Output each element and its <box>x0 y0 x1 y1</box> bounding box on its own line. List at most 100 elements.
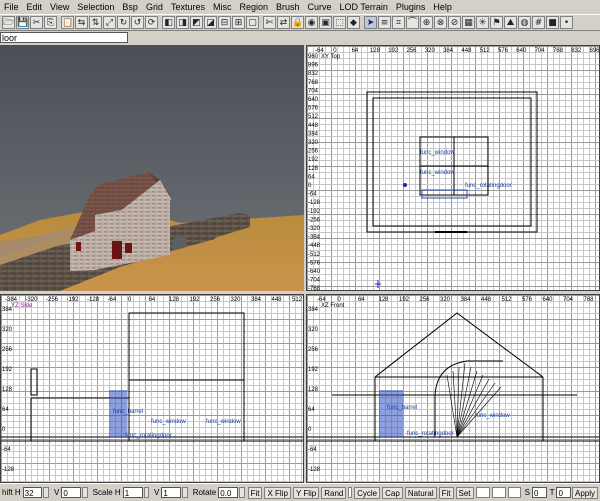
shift-h-spinner[interactable] <box>43 487 49 498</box>
patch-insert-icon[interactable]: ⊕ <box>420 16 433 29</box>
menu-curve[interactable]: Curve <box>304 2 336 12</box>
fit-button[interactable]: Fit <box>248 487 263 499</box>
patch-value-field-2[interactable] <box>492 487 506 498</box>
house-door <box>112 241 122 259</box>
csg-subtract-icon[interactable]: ⊟ <box>218 16 231 29</box>
scale-h-spinner[interactable] <box>144 487 150 498</box>
rotate-x-icon[interactable]: ↻ <box>117 16 130 29</box>
menu-textures[interactable]: Textures <box>167 2 209 12</box>
xy-v-tick: 640 <box>308 97 319 103</box>
select-complete-icon[interactable]: ◧ <box>162 16 175 29</box>
yz-h-tick: 448 <box>272 297 283 303</box>
flip-x-icon[interactable]: ⇆ <box>75 16 88 29</box>
copy-icon[interactable]: ⎘ <box>44 16 57 29</box>
menu-edit[interactable]: Edit <box>23 2 47 12</box>
xz-v-tick: 320 <box>308 327 319 333</box>
brush-icon[interactable]: ■ <box>546 16 559 29</box>
camera-3d-view[interactable] <box>0 45 304 291</box>
scale-h-field[interactable]: 1 <box>123 487 143 498</box>
patch-bend-icon[interactable]: ⌒ <box>406 16 419 29</box>
y-flip-button[interactable]: Y Flip <box>293 487 319 499</box>
clipper-icon[interactable]: ✄ <box>263 16 276 29</box>
main-toolbar: 🗁💾✂⎘ 📋⇆⇅⤢↻↺⟳ ◧◨◩◪⊟⊞▢ ✄⇄🔒◉▣⬚◆ ➤≡⌗⌒⊕⊗⊘▦✳⚑⛰◍#■• <box>0 14 600 31</box>
csg-merge-icon[interactable]: ⊞ <box>232 16 245 29</box>
menu-brush[interactable]: Brush <box>272 2 304 12</box>
drag-vertex-icon[interactable]: ◆ <box>347 16 360 29</box>
texture-lock-icon[interactable]: 🔒 <box>291 16 304 29</box>
entity-icon[interactable]: ⚑ <box>490 16 503 29</box>
menu-bar: FileEditViewSelectionBspGridTexturesMisc… <box>0 0 600 14</box>
change-view-icon[interactable]: ⇄ <box>277 16 290 29</box>
natural-button[interactable]: Natural <box>405 487 437 499</box>
rotate-spinner[interactable] <box>239 487 245 498</box>
cap-button[interactable]: Cap <box>382 487 403 499</box>
yz-side-view[interactable]: -384-320-256-192-128-6406412819225632038… <box>0 294 304 483</box>
t-field[interactable]: 0 <box>556 487 571 498</box>
models-icon[interactable]: ◍ <box>518 16 531 29</box>
open-icon[interactable]: 🗁 <box>2 16 15 29</box>
yz-view-title: YZ Side <box>11 303 33 309</box>
show-entities-icon[interactable]: ≡ <box>378 16 391 29</box>
camera-view-icon[interactable]: ◉ <box>305 16 318 29</box>
grid-icon[interactable]: # <box>532 16 545 29</box>
menu-help[interactable]: Help <box>429 2 456 12</box>
scale-v-field[interactable]: 1 <box>161 487 181 498</box>
point-icon[interactable]: • <box>560 16 573 29</box>
select-cursor-icon[interactable]: ➤ <box>364 16 377 29</box>
patch-weld-icon[interactable]: ⊗ <box>434 16 447 29</box>
light-icon[interactable]: ✳ <box>476 16 489 29</box>
patch-value-field-1[interactable] <box>476 487 490 498</box>
patch-value-field-3[interactable] <box>508 487 521 498</box>
apply-button[interactable]: Apply <box>572 487 598 499</box>
select-partial-icon[interactable]: ◩ <box>190 16 203 29</box>
menu-selection[interactable]: Selection <box>73 2 118 12</box>
xy-h-tick: 192 <box>388 48 399 54</box>
drag-edge-icon[interactable]: ⬚ <box>333 16 346 29</box>
menu-region[interactable]: Region <box>235 2 272 12</box>
xz-v-tick: -64 <box>308 447 317 453</box>
scale-v-spinner[interactable] <box>182 487 188 498</box>
menu-lod-terrain[interactable]: LOD Terrain <box>336 2 392 12</box>
menu-grid[interactable]: Grid <box>142 2 167 12</box>
terrain-icon[interactable]: ⛰ <box>504 16 517 29</box>
paste-icon[interactable]: 📋 <box>61 16 74 29</box>
s-field[interactable]: 0 <box>532 487 547 498</box>
shift-v-field[interactable]: 0 <box>61 487 81 498</box>
rand-button[interactable]: Rand <box>321 487 346 499</box>
menu-bsp[interactable]: Bsp <box>118 2 142 12</box>
save-icon[interactable]: 💾 <box>16 16 29 29</box>
xy-v-tick: -768 <box>308 286 321 291</box>
cycle-button[interactable]: Cycle <box>354 487 380 499</box>
texture-name-field[interactable]: loor <box>0 32 128 43</box>
xz-h-tick: 640 <box>543 297 554 303</box>
rotate-z-icon[interactable]: ⟳ <box>145 16 158 29</box>
hollow-icon[interactable]: ▢ <box>246 16 259 29</box>
menu-view[interactable]: View <box>46 2 73 12</box>
xz-h-tick: 192 <box>399 297 410 303</box>
fit-patch-button[interactable]: Fit <box>439 487 454 499</box>
xy-v-tick: 128 <box>308 166 319 172</box>
xy-h-tick: 640 <box>516 48 527 54</box>
flip-y-icon[interactable]: ⇅ <box>89 16 102 29</box>
xz-front-view[interactable]: -640641281922563203844485125766407047683… <box>306 294 600 483</box>
select-touching-icon[interactable]: ◨ <box>176 16 189 29</box>
flip-z-icon[interactable]: ⤢ <box>103 16 116 29</box>
xz-h-tick: 768 <box>584 297 595 303</box>
rotate-field[interactable]: 0.0 <box>218 487 238 498</box>
shift-v-spinner[interactable] <box>82 487 88 498</box>
menu-file[interactable]: File <box>0 2 23 12</box>
set-button[interactable]: Set <box>456 487 474 499</box>
menu-plugins[interactable]: Plugins <box>392 2 430 12</box>
cut-icon[interactable]: ✂ <box>30 16 43 29</box>
xy-v-tick: 768 <box>308 80 319 86</box>
patch-icon[interactable]: ⌗ <box>392 16 405 29</box>
patch-drill-icon[interactable]: ⊘ <box>448 16 461 29</box>
texture-view-icon[interactable]: ▦ <box>462 16 475 29</box>
rotate-y-icon[interactable]: ↺ <box>131 16 144 29</box>
x-flip-button[interactable]: X Flip <box>264 487 290 499</box>
xy-top-view[interactable]: -640641281922563203844485125766407047688… <box>306 45 600 291</box>
cubic-clip-icon[interactable]: ▣ <box>319 16 332 29</box>
menu-misc[interactable]: Misc <box>209 2 236 12</box>
select-inside-icon[interactable]: ◪ <box>204 16 217 29</box>
shift-h-field[interactable]: 32 <box>23 487 43 498</box>
